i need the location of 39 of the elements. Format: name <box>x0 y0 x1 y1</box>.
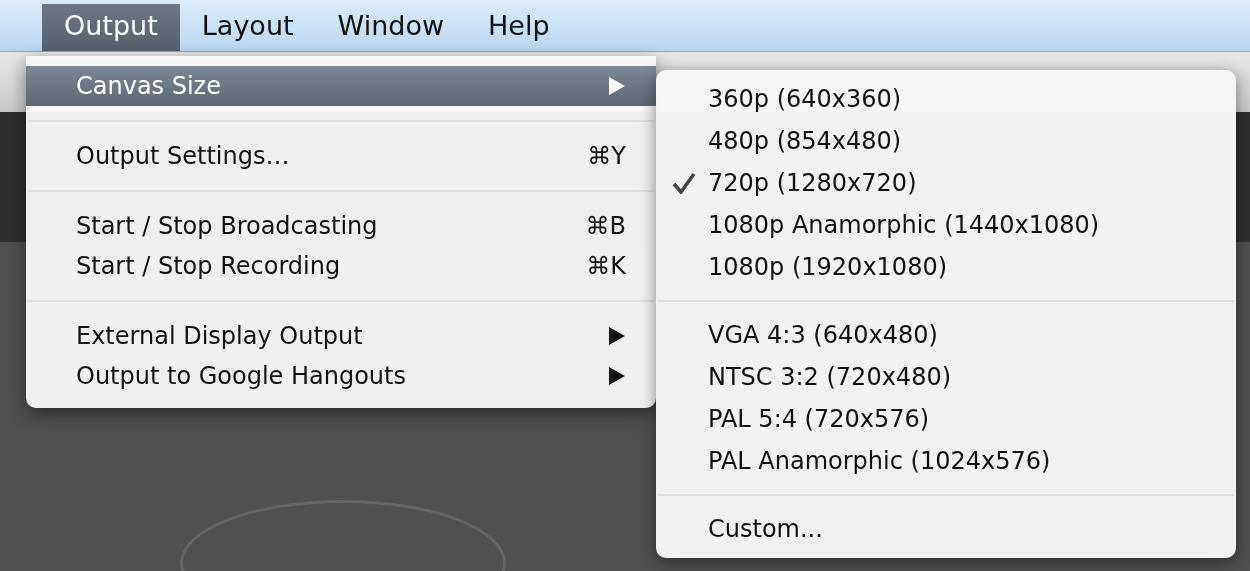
submenu-item[interactable]: NTSC 3:2 (720x480) <box>656 356 1236 398</box>
menu-item-label: Start / Stop Recording <box>76 252 342 280</box>
submenu-item-label: 720p (1280x720) <box>708 169 917 197</box>
menu-bar-item[interactable]: Help <box>466 0 572 51</box>
menu-item-label: Canvas Size <box>76 72 222 100</box>
submenu-item-label: PAL 5:4 (720x576) <box>708 405 930 433</box>
submenu-item-label: 360p (640x360) <box>708 85 902 113</box>
submenu-item[interactable]: 720p (1280x720) <box>656 162 1236 204</box>
menu-item[interactable]: Start / Stop Recording ⌘K <box>26 246 656 286</box>
menu-item[interactable]: External Display Output <box>26 316 656 356</box>
menu-item-label: Output to Google Hangouts <box>76 362 407 390</box>
submenu-item[interactable]: 480p (854x480) <box>656 120 1236 162</box>
submenu-item-label: NTSC 3:2 (720x480) <box>708 363 952 391</box>
submenu-item-label: 1080p (1920x1080) <box>708 253 948 281</box>
submenu-item-label: PAL Anamorphic (1024x576) <box>708 447 1051 475</box>
menu-item-label: External Display Output <box>76 322 364 350</box>
menu-item[interactable]: Start / Stop Broadcasting ⌘B <box>26 206 656 246</box>
submenu-item[interactable]: 360p (640x360) <box>656 78 1236 120</box>
submenu-item[interactable]: PAL 5:4 (720x576) <box>656 398 1236 440</box>
submenu-item-label: 1080p Anamorphic (1440x1080) <box>708 211 1100 239</box>
menu-item-label: Output Settings… <box>76 142 291 170</box>
menu-item[interactable]: Output to Google Hangouts <box>26 356 656 396</box>
submenu-item[interactable]: Custom... <box>656 508 1236 550</box>
submenu-item[interactable]: 1080p (1920x1080) <box>656 246 1236 288</box>
submenu-item-label: VGA 4:3 (640x480) <box>708 321 938 349</box>
menu-bar-item[interactable]: Output <box>42 4 180 51</box>
menu-item-label: Start / Stop Broadcasting <box>76 212 379 240</box>
submenu-item[interactable]: VGA 4:3 (640x480) <box>656 314 1236 356</box>
submenu-item-label: 480p (854x480) <box>708 127 902 155</box>
shortcut-label: ⌘K <box>586 252 626 280</box>
menu-item[interactable]: Canvas Size <box>26 66 656 106</box>
submenu-item-label: Custom... <box>708 515 823 543</box>
shortcut-label: ⌘Y <box>587 142 626 170</box>
submenu-item[interactable]: PAL Anamorphic (1024x576) <box>656 440 1236 482</box>
submenu-item[interactable]: 1080p Anamorphic (1440x1080) <box>656 204 1236 246</box>
menu-bar-item[interactable]: Window <box>315 0 467 51</box>
menu-item[interactable]: Output Settings… ⌘Y <box>26 136 656 176</box>
shortcut-label: ⌘B <box>585 212 626 240</box>
menu-bar-item[interactable]: Layout <box>179 0 316 51</box>
